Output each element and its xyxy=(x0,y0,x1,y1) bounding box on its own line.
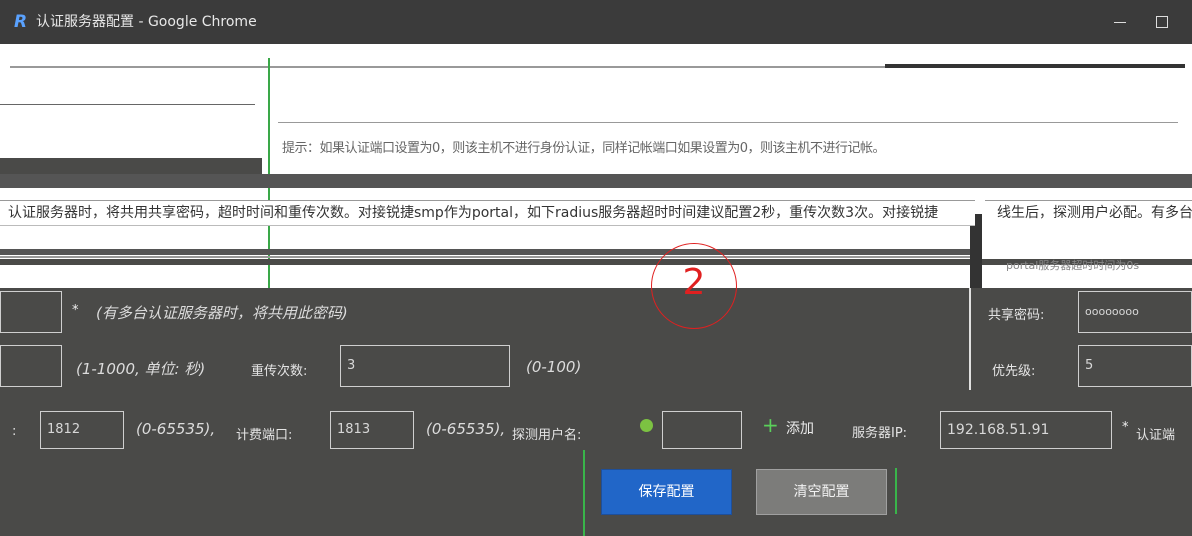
intro-text: 认证服务器时，将共用共享密码，超时时间和重传次数。对接锐捷smp作为portal… xyxy=(8,205,939,221)
auth-port-suffix: 认证端 xyxy=(1136,428,1176,443)
probe-username-label: 探测用户名: xyxy=(512,428,582,443)
priority-input[interactable]: 5 xyxy=(1078,345,1192,387)
shared-secret-label: 共享密码: xyxy=(988,308,1045,323)
tip-text: 提示：如果认证端口设置为0，则该主机不进行身份认证，同样记帐端口如果设置为0，则… xyxy=(282,141,886,156)
help-icon[interactable] xyxy=(640,419,653,432)
auth-port-colon: : xyxy=(12,424,17,439)
retrans-label: 重传次数: xyxy=(251,364,308,379)
add-button[interactable]: 添加 xyxy=(786,418,814,438)
save-config-button[interactable]: 保存配置 xyxy=(601,469,732,515)
auth-port-input[interactable]: 1812 xyxy=(40,411,124,449)
acct-port-input[interactable]: 1813 xyxy=(330,411,414,449)
shared-secret-field-left[interactable] xyxy=(0,291,62,333)
acct-port-label: 计费端口: xyxy=(236,428,293,443)
auth-port-range: (0-65535), xyxy=(136,420,216,438)
acct-port-range: (0-65535), xyxy=(426,420,506,438)
required-star-ip: * xyxy=(1122,420,1129,435)
portal-timeout-hint: portal服务器超时时间为0s xyxy=(1006,259,1140,272)
intro-right-block: 线生后，探测用户必配。有多台 xyxy=(985,200,1192,225)
minimize-button[interactable] xyxy=(1108,10,1132,34)
step-number: 2 xyxy=(682,262,706,303)
window-title: 认证服务器配置 - Google Chrome xyxy=(36,14,257,30)
garbled-notice-area: 提示：如果认证端口设置为0，则该主机不进行身份认证，同样记帐端口如果设置为0，则… xyxy=(0,44,1192,288)
app-logo-icon: R xyxy=(14,12,28,32)
shared-secret-input[interactable]: oooooooo xyxy=(1078,291,1192,333)
required-star: * xyxy=(72,303,79,318)
probe-username-input[interactable] xyxy=(662,411,742,449)
maximize-button[interactable] xyxy=(1150,10,1174,34)
clear-config-button[interactable]: 清空配置 xyxy=(756,469,887,515)
add-icon[interactable]: + xyxy=(762,415,779,435)
intro-right-text: 线生后，探测用户必配。有多台 xyxy=(997,205,1192,221)
retrans-range: (0-100) xyxy=(526,358,582,376)
priority-label: 优先级: xyxy=(992,364,1036,379)
shared-secret-hint: (有多台认证服务器时，将共用此密码) xyxy=(96,304,348,322)
retrans-input[interactable]: 3 xyxy=(340,345,510,387)
timeout-hint: (1-1000, 单位: 秒) xyxy=(76,360,206,378)
title-bar: R 认证服务器配置 - Google Chrome xyxy=(0,0,1192,44)
step-marker: 2 xyxy=(651,243,737,329)
server-ip-label: 服务器IP: xyxy=(852,426,908,441)
timeout-input[interactable] xyxy=(0,345,62,387)
server-ip-input[interactable]: 192.168.51.91 xyxy=(940,411,1112,449)
intro-row: 认证服务器时，将共用共享密码，超时时间和重传次数。对接锐捷smp作为portal… xyxy=(0,200,975,226)
